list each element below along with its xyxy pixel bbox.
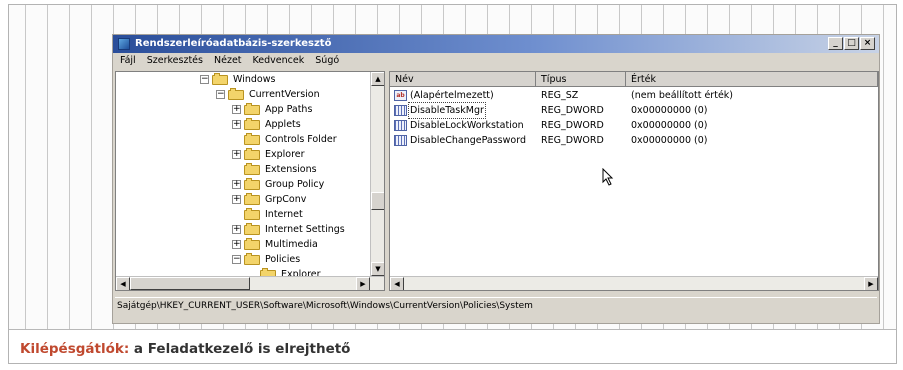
list-horizontal-scrollbar[interactable]: ◀ ▶ (390, 276, 878, 290)
title-bar[interactable]: Rendszerleíróadatbázis-szerkesztő _ □ × (113, 35, 879, 53)
expand-icon[interactable]: + (232, 105, 241, 114)
expand-icon[interactable]: + (232, 195, 241, 204)
collapse-icon[interactable]: − (200, 75, 209, 84)
scroll-right-arrow-icon[interactable]: ▶ (356, 277, 370, 290)
scroll-down-arrow-icon[interactable]: ▼ (371, 262, 384, 276)
menu-favorites[interactable]: Kedvencek (249, 53, 309, 69)
string-value-icon: ab (394, 90, 407, 101)
column-header-type[interactable]: Típus (536, 72, 626, 87)
caption-text: a Feladatkezelő is elrejthető (129, 341, 351, 357)
menu-file[interactable]: Fájl (116, 53, 140, 69)
collapse-icon[interactable]: − (216, 90, 225, 99)
column-header-value[interactable]: Érték (626, 72, 878, 87)
expand-icon[interactable]: + (232, 180, 241, 189)
expand-icon[interactable]: + (232, 150, 241, 159)
folder-open-icon (244, 253, 260, 265)
folder-icon (244, 193, 260, 205)
folder-icon (244, 208, 260, 220)
maximize-button[interactable]: □ (844, 37, 859, 50)
list-row-disabletaskmgr[interactable]: DisableTaskMgr REG_DWORD 0x00000000 (0) (390, 102, 878, 119)
expand-icon[interactable]: + (232, 240, 241, 249)
figure-caption: Kilépésgátlók: a Feladatkezelő is elrejt… (9, 329, 896, 363)
tree-horizontal-scrollbar[interactable]: ◀ ▶ (116, 276, 384, 290)
folder-icon (244, 178, 260, 190)
menu-bar: Fájl Szerkesztés Nézet Kedvencek Súgó (113, 53, 879, 69)
scroll-left-arrow-icon[interactable]: ◀ (116, 277, 130, 290)
list-row-default[interactable]: ab (Alapértelmezett) REG_SZ (nem beállít… (390, 88, 878, 103)
values-list-pane[interactable]: Név Típus Érték ab (Alapértelmezett) REG… (389, 71, 879, 291)
key-tree-pane[interactable]: − Windows − CurrentVersion + App Paths +… (115, 71, 385, 291)
window-title: Rendszerleíróadatbázis-szerkesztő (135, 38, 332, 49)
dword-value-icon (394, 135, 407, 146)
folder-icon (244, 118, 260, 130)
scroll-right-arrow-icon[interactable]: ▶ (864, 277, 878, 290)
scroll-left-arrow-icon[interactable]: ◀ (390, 277, 404, 290)
folder-open-icon (212, 73, 228, 85)
folder-icon (244, 103, 260, 115)
column-header-name[interactable]: Név (390, 72, 536, 87)
registry-editor-window: Rendszerleíróadatbázis-szerkesztő _ □ × … (112, 34, 880, 324)
folder-icon (244, 148, 260, 160)
article-figure: Rendszerleíróadatbázis-szerkesztő _ □ × … (8, 4, 897, 364)
horizontal-scroll-thumb[interactable] (130, 277, 250, 290)
minimize-button[interactable]: _ (828, 37, 843, 50)
expand-icon[interactable]: + (232, 225, 241, 234)
scroll-up-arrow-icon[interactable]: ▲ (371, 72, 384, 86)
regedit-app-icon (118, 38, 130, 50)
close-button[interactable]: × (860, 37, 875, 50)
folder-open-icon (228, 88, 244, 100)
scroll-thumb[interactable] (371, 192, 384, 210)
dword-value-icon (394, 120, 407, 131)
caption-label: Kilépésgátlók: (20, 341, 130, 357)
folder-icon (244, 133, 260, 145)
folder-icon (244, 223, 260, 235)
status-bar-path: Sajátgép\HKEY_CURRENT_USER\Software\Micr… (115, 297, 877, 314)
dword-value-icon (394, 105, 407, 116)
list-row-disablelockworkstation[interactable]: DisableLockWorkstation REG_DWORD 0x00000… (390, 118, 878, 133)
folder-icon (244, 163, 260, 175)
tree-vertical-scrollbar[interactable]: ▲ ▼ (370, 72, 384, 276)
mouse-cursor-icon (602, 168, 614, 186)
list-row-disablechangepassword[interactable]: DisableChangePassword REG_DWORD 0x000000… (390, 133, 878, 148)
expand-icon[interactable]: + (232, 120, 241, 129)
folder-icon (244, 238, 260, 250)
menu-help[interactable]: Súgó (311, 53, 343, 69)
collapse-icon[interactable]: − (232, 255, 241, 264)
menu-edit[interactable]: Szerkesztés (143, 53, 207, 69)
menu-view[interactable]: Nézet (210, 53, 246, 69)
